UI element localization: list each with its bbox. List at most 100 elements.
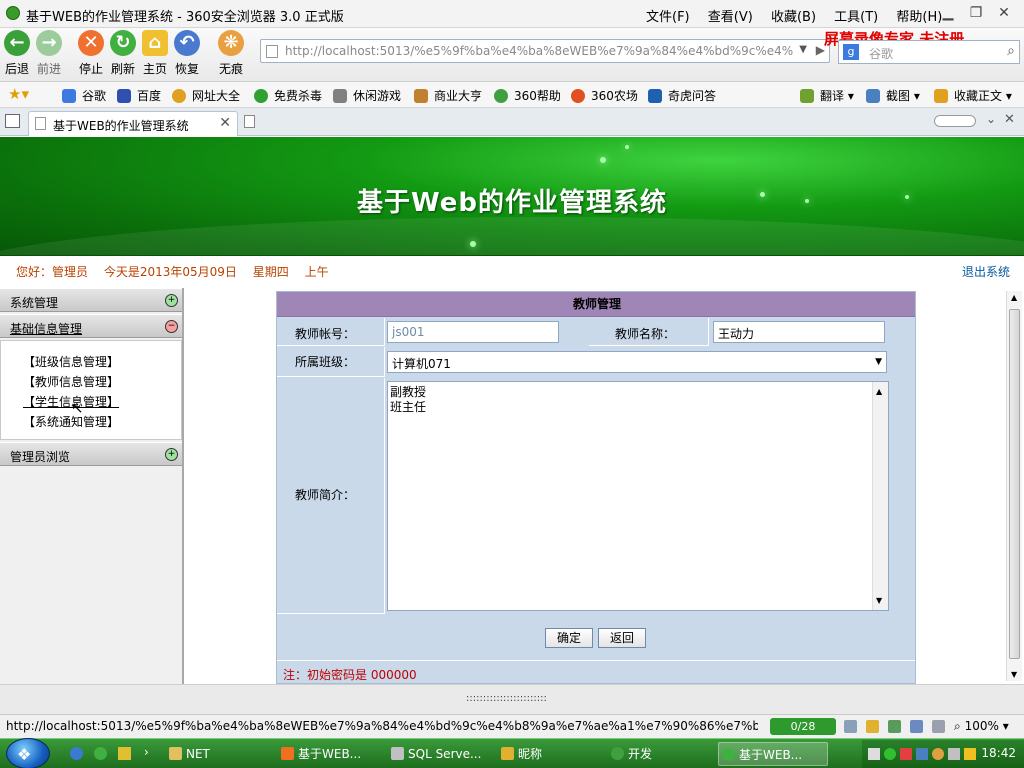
back-button[interactable]: ← 后退 (0, 30, 34, 77)
tray-360-icon[interactable] (884, 748, 896, 760)
frame-splitter[interactable]: :::::::::::::::::::::::: (0, 684, 1024, 714)
scrollbar-thumb[interactable] (1009, 309, 1020, 659)
paw-icon: ❋ (218, 30, 244, 56)
taskbar-item-dev[interactable]: 开发 (608, 742, 716, 766)
sql-server-icon (391, 747, 404, 760)
sidebar-link-teacher[interactable]: 【教师信息管理】 (23, 373, 119, 390)
chevron-down-icon[interactable]: ⌄ (986, 112, 996, 126)
fav-360help[interactable]: 360帮助 (494, 87, 561, 104)
grip-handle-icon[interactable]: :::::::::::::::::::::::: (466, 693, 547, 704)
address-input[interactable]: http://localhost:5013/%e5%9f%ba%e4%ba%8e… (285, 44, 805, 58)
menu-favorites[interactable]: 收藏(B) (771, 10, 816, 25)
save-content-button[interactable]: 收藏正文 ▾ (934, 87, 1012, 104)
browser-icon (722, 748, 735, 761)
tab-close-icon[interactable]: ✕ (219, 115, 231, 131)
banner-light-dot (600, 157, 606, 163)
quicklaunch-ie-icon[interactable] (70, 747, 83, 760)
confirm-button[interactable]: 确定 (545, 628, 593, 648)
tray-network-icon[interactable] (916, 748, 928, 760)
stop-button[interactable]: ✕ 停止 (74, 30, 108, 77)
forward-button[interactable]: → 前进 (32, 30, 66, 77)
menu-tools[interactable]: 工具(T) (834, 10, 878, 25)
scroll-up-icon[interactable]: ▲ (1011, 293, 1017, 302)
fav-antivirus[interactable]: 免费杀毒 (254, 87, 322, 104)
tray-security-icon[interactable] (900, 748, 912, 760)
download-icon[interactable] (844, 720, 857, 733)
fav-360farm[interactable]: 360农场 (571, 87, 638, 104)
logout-link[interactable]: 退出系统 (962, 263, 1010, 280)
scroll-down-icon[interactable]: ▼ (1011, 670, 1017, 679)
account-field[interactable]: js001 (387, 321, 559, 343)
menu-view[interactable]: 查看(V) (708, 10, 753, 25)
close-icon[interactable]: ✕ (996, 5, 1012, 21)
star-icon[interactable]: ★▾ (8, 85, 29, 103)
tray-qq-icon[interactable] (932, 748, 944, 760)
fav-tycoon[interactable]: 商业大亨 (414, 87, 482, 104)
quicklaunch-more-icon[interactable]: › (144, 745, 149, 759)
back-button[interactable]: 返回 (598, 628, 646, 648)
taskbar-item-web-1[interactable]: 基于WEB... (278, 742, 386, 766)
sound-icon[interactable] (932, 720, 945, 733)
close-all-icon[interactable]: ✕ (1004, 112, 1015, 127)
textarea-scrollbar[interactable]: ▲ ▼ (872, 382, 888, 610)
start-button[interactable]: ❖ (6, 738, 50, 768)
network-icon[interactable] (888, 720, 901, 733)
class-select[interactable]: 计算机071 ▼ (387, 351, 887, 373)
tab-active[interactable]: 基于WEB的作业管理系统 ✕ (28, 111, 238, 136)
fav-qa[interactable]: 奇虎问答 (648, 87, 716, 104)
quicklaunch-360-icon[interactable] (94, 747, 107, 760)
scroll-up-icon[interactable]: ▲ (876, 384, 882, 399)
greeting-line: 您好：管理员 今天是2013年05月09日 星期四 上午 (16, 263, 341, 280)
taskbar-item-nickname[interactable]: 昵称 (498, 742, 606, 766)
intro-textarea[interactable]: 副教授 班主任 ▲ ▼ (387, 381, 889, 611)
window-icon[interactable] (910, 720, 923, 733)
home-icon: ⌂ (142, 30, 168, 56)
screenshot-button[interactable]: 截图 ▾ (866, 87, 920, 104)
search-input[interactable]: 谷歌 (869, 45, 893, 62)
taskbar-item-sql[interactable]: SQL Serve... (388, 742, 496, 766)
tray-shield-icon[interactable] (964, 748, 976, 760)
quicklaunch-explorer-icon[interactable] (118, 747, 131, 760)
restore-button[interactable]: ↶ 恢复 (170, 30, 204, 77)
clock[interactable]: 18:42 (981, 746, 1016, 760)
minimize-icon[interactable]: ▁ (940, 5, 956, 21)
sidebar-section-admin[interactable]: 管理员浏览 + (0, 442, 182, 466)
fav-google[interactable]: 谷歌 (62, 87, 106, 104)
sidebar-section-system[interactable]: 系统管理 + (0, 288, 182, 312)
fav-baidu[interactable]: 百度 (117, 87, 161, 104)
page-scrollbar[interactable]: ▲ ▼ (1006, 291, 1022, 681)
search-icon[interactable]: ⌕ (1007, 43, 1015, 59)
incognito-button[interactable]: ❋ 无痕 (214, 30, 248, 77)
sidebar-section-basic-info[interactable]: 基础信息管理 − (0, 314, 182, 338)
flower-icon (571, 89, 585, 103)
maximize-icon[interactable]: ❐ (968, 5, 984, 21)
menu-file[interactable]: 文件(F) (646, 10, 690, 25)
translate-button[interactable]: 翻译 ▾ (800, 87, 854, 104)
new-tab-icon[interactable] (244, 115, 255, 128)
status-counter-badge[interactable]: 0/28 (770, 718, 836, 735)
sidebar-link-class[interactable]: 【班级信息管理】 (23, 353, 119, 370)
home-button[interactable]: ⌂ 主页 (138, 30, 172, 77)
fav-urls[interactable]: 网址大全 (172, 87, 240, 104)
scroll-down-icon[interactable]: ▼ (876, 593, 882, 608)
os-taskbar: ❖ › NET 基于WEB... SQL Serve... 昵称 开发 基于WE… (0, 738, 1024, 768)
tab-list-icon[interactable] (5, 114, 20, 128)
window-title-bar: 基于WEB的作业管理系统 - 360安全浏览器 3.0 正式版 文件(F) 查看… (0, 0, 1024, 28)
app-icon (281, 747, 294, 760)
taskbar-item-web-active[interactable]: 基于WEB... (718, 742, 828, 766)
address-dropdown-icon[interactable]: ▼ (799, 44, 807, 55)
refresh-button[interactable]: ↻ 刷新 (106, 30, 140, 77)
plugin-icon[interactable] (866, 720, 879, 733)
fav-games[interactable]: 休闲游戏 (333, 87, 401, 104)
screenshot-icon (866, 89, 880, 103)
taskbar-item-net[interactable]: NET (166, 742, 274, 766)
google-icon: g (843, 44, 859, 60)
keyboard-icon[interactable] (868, 748, 880, 760)
zoom-level[interactable]: ⌕ 100% ▾ (954, 719, 1009, 734)
tab-search-field[interactable] (934, 115, 976, 127)
address-bar[interactable]: http://localhost:5013/%e5%9f%ba%e4%ba%8e… (260, 39, 830, 63)
name-field[interactable]: 王动力 (713, 321, 885, 343)
search-box[interactable]: g 谷歌 ⌕ (838, 40, 1020, 64)
menu-help[interactable]: 帮助(H) (896, 10, 942, 25)
tray-volume-icon[interactable] (948, 748, 960, 760)
